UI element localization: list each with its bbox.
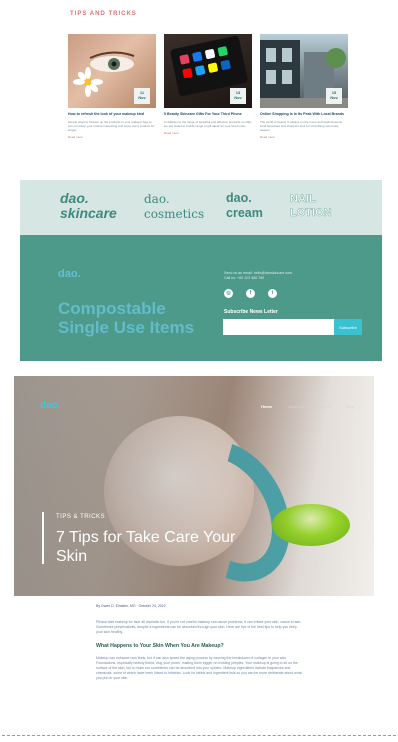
brand-line: NAIL bbox=[290, 193, 316, 206]
card-excerpt: Simple ways to freshen up the products i… bbox=[68, 119, 155, 132]
instagram-icon[interactable]: ◎ bbox=[224, 289, 233, 298]
card-title[interactable]: How to refresh the look of your makeup k… bbox=[68, 112, 156, 117]
brand-logo-skincare[interactable]: dao. skincare bbox=[60, 191, 117, 221]
promo-logo[interactable]: dao. bbox=[58, 268, 81, 280]
card-title[interactable]: Online Shopping Is In Its Peak With Loca… bbox=[260, 112, 348, 117]
main-nav: Home About Us Shop Blog bbox=[261, 404, 354, 409]
social-links: ◎ f t bbox=[224, 289, 277, 298]
article-subheading: What Happens to Your Skin When You Are M… bbox=[96, 643, 224, 649]
brand-logo-cream[interactable]: dao. cream bbox=[226, 191, 263, 221]
promo-block: dao. Compostable Single Use Items Send u… bbox=[20, 235, 382, 361]
hero-banner: dao. Home About Us Shop Blog TIPS & TRIC… bbox=[14, 376, 374, 596]
hero-category-tag[interactable]: TIPS & TRICKS bbox=[56, 514, 105, 520]
card-image-eye[interactable]: 11 Nov bbox=[68, 34, 156, 108]
card-image-phone[interactable]: 13 Nov bbox=[164, 34, 252, 108]
brand-line: cream bbox=[226, 206, 263, 220]
facebook-icon[interactable]: f bbox=[246, 289, 255, 298]
card-excerpt: In addition to the range of beautiful an… bbox=[164, 119, 252, 128]
nav-blog[interactable]: Blog bbox=[346, 404, 354, 409]
card-excerpt: The world of beauty is always on the mov… bbox=[260, 119, 343, 132]
brand-line: dao. bbox=[226, 191, 252, 205]
brand-line: skincare bbox=[60, 205, 117, 221]
article-paragraph: Makeup can enhance how feels, but it can… bbox=[96, 656, 302, 680]
brand-line: dao. bbox=[60, 190, 89, 206]
subscribe-button[interactable]: Subscribe bbox=[334, 319, 362, 335]
read-more-link[interactable]: Read more bbox=[68, 135, 156, 139]
article-body: By Owen D. Einstein, MD · October 24, 20… bbox=[96, 604, 302, 681]
brand-line: LOTION bbox=[290, 207, 332, 220]
promo-title-line: Compostable bbox=[58, 299, 166, 318]
newsletter-email-input[interactable] bbox=[223, 319, 334, 335]
section-heading: TIPS AND TRICKS bbox=[70, 11, 137, 17]
card-image-street[interactable]: 15 Nov bbox=[260, 34, 348, 108]
card-title[interactable]: 5 Beauty Skincare Gifts For Your Third P… bbox=[164, 112, 252, 117]
article-byline: By Owen D. Einstein, MD · October 24, 20… bbox=[96, 604, 166, 608]
tip-card[interactable]: 13 Nov 5 Beauty Skincare Gifts For Your … bbox=[164, 34, 252, 164]
brand-line: dao. bbox=[144, 192, 170, 206]
nav-about[interactable]: About Us bbox=[288, 404, 304, 409]
hero-accent-bar bbox=[42, 512, 44, 564]
nav-home[interactable]: Home bbox=[261, 404, 272, 409]
brand-line: cosmetics bbox=[144, 207, 205, 221]
site-logo[interactable]: dao. bbox=[40, 400, 61, 411]
brand-logo-cosmetics[interactable]: dao. cosmetics bbox=[144, 192, 204, 222]
twitter-icon[interactable]: t bbox=[268, 289, 277, 298]
tip-card[interactable]: 15 Nov Online Shopping Is In Its Peak Wi… bbox=[260, 34, 348, 164]
read-more-link[interactable]: Read more bbox=[260, 135, 348, 139]
hero-title: 7 Tips for Take Care Your Skin bbox=[56, 529, 236, 565]
tips-cards: 11 Nov How to refresh the look of your m… bbox=[68, 34, 348, 164]
contact-info: Send us an email: hello@daoskincare.com … bbox=[224, 271, 304, 281]
promo-title: Compostable Single Use Items bbox=[58, 299, 194, 337]
date-month: Nov bbox=[138, 95, 146, 100]
article-intro: Please take makeup for face all dramatic… bbox=[96, 620, 302, 634]
brand-logo-nail-lotion[interactable]: NAIL LOTION bbox=[290, 192, 332, 220]
date-badge: 11 Nov bbox=[134, 88, 150, 104]
brand-strip: dao. skincare dao. cosmetics dao. cream … bbox=[20, 180, 382, 235]
newsletter-label: Subscribe News Letter bbox=[224, 309, 278, 315]
date-month: Nov bbox=[234, 95, 242, 100]
contact-phone[interactable]: Call us: +00 123 456 789 bbox=[224, 276, 304, 281]
promo-title-line: Single Use Items bbox=[58, 318, 195, 337]
read-more-link[interactable]: Read more bbox=[164, 131, 252, 135]
date-month: Nov bbox=[330, 95, 338, 100]
date-badge: 13 Nov bbox=[230, 88, 246, 104]
page-divider bbox=[2, 735, 396, 736]
nav-shop[interactable]: Shop bbox=[321, 404, 330, 409]
date-badge: 15 Nov bbox=[326, 88, 342, 104]
tip-card[interactable]: 11 Nov How to refresh the look of your m… bbox=[68, 34, 156, 164]
tips-section: TIPS AND TRICKS 11 Nov How to refresh th… bbox=[0, 0, 398, 180]
